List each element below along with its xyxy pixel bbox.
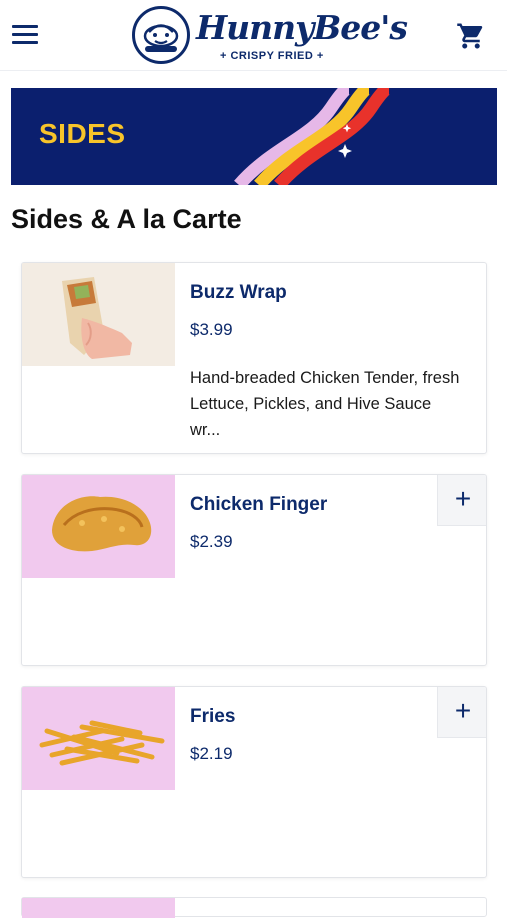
- add-to-cart-button[interactable]: +: [437, 475, 486, 526]
- category-banner: SIDES: [11, 88, 497, 185]
- menu-item-card[interactable]: Buzz Wrap $3.99 Hand-breaded Chicken Ten…: [21, 262, 487, 454]
- item-name: Chicken Finger: [190, 494, 328, 515]
- item-name: Fries: [190, 706, 236, 727]
- brand-logo[interactable]: HunnyBee's + CRISPY FRIED +: [132, 4, 408, 66]
- brand-name: HunnyBee's: [196, 8, 408, 47]
- menu-item-card[interactable]: Fries $2.19 +: [21, 686, 487, 878]
- brand-tagline: + CRISPY FRIED +: [220, 50, 324, 62]
- item-price: $3.99: [190, 320, 233, 339]
- item-price: $2.39: [190, 532, 233, 551]
- hamburger-menu-icon[interactable]: [12, 25, 38, 45]
- section-title: Sides & A la Carte: [11, 204, 242, 234]
- sparkle-icon: [338, 144, 352, 158]
- bee-face-icon: [132, 6, 190, 64]
- menu-item-card[interactable]: [21, 897, 487, 918]
- banner-title: SIDES: [39, 118, 126, 149]
- item-price: $2.19: [190, 744, 233, 763]
- item-description: Hand-breaded Chicken Tender, fresh Lettu…: [190, 369, 460, 439]
- shopping-cart-icon[interactable]: [456, 21, 486, 51]
- fries-image: [22, 687, 175, 790]
- menu-item-image: [22, 898, 175, 918]
- add-to-cart-button[interactable]: +: [437, 687, 486, 738]
- buzz-wrap-image: [22, 263, 175, 366]
- item-name: Buzz Wrap: [190, 282, 287, 303]
- chicken-finger-image: [22, 475, 175, 578]
- top-header: HunnyBee's + CRISPY FRIED +: [0, 0, 507, 71]
- menu-item-card[interactable]: Chicken Finger $2.39 +: [21, 474, 487, 666]
